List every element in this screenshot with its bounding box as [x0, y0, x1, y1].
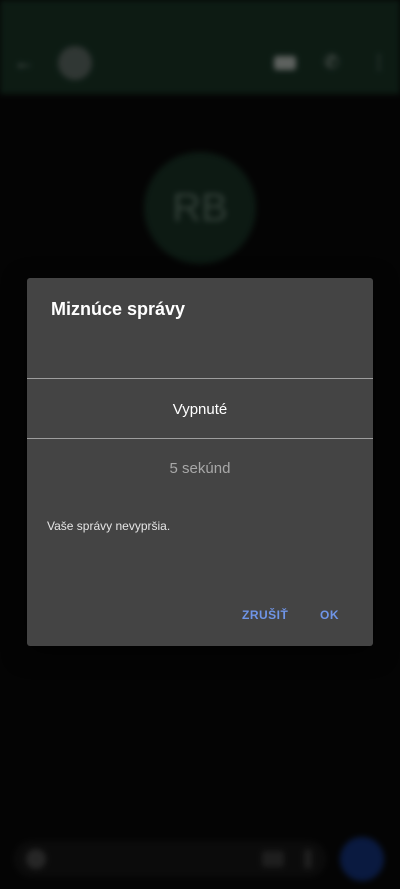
option-5-seconds[interactable]: 5 sekúnd	[27, 439, 373, 497]
dialog-title: Miznúce správy	[51, 299, 186, 319]
option-off[interactable]: Vypnuté	[27, 380, 373, 438]
ok-button[interactable]: OK	[320, 608, 339, 622]
dialog-description: Vaše správy nevypršia.	[47, 519, 171, 533]
option-divider-top	[27, 378, 373, 379]
cancel-button[interactable]: ZRUŠIŤ	[242, 608, 288, 622]
disappearing-messages-dialog: Miznúce správy Vypnuté 5 sekúnd Vaše spr…	[27, 278, 373, 646]
